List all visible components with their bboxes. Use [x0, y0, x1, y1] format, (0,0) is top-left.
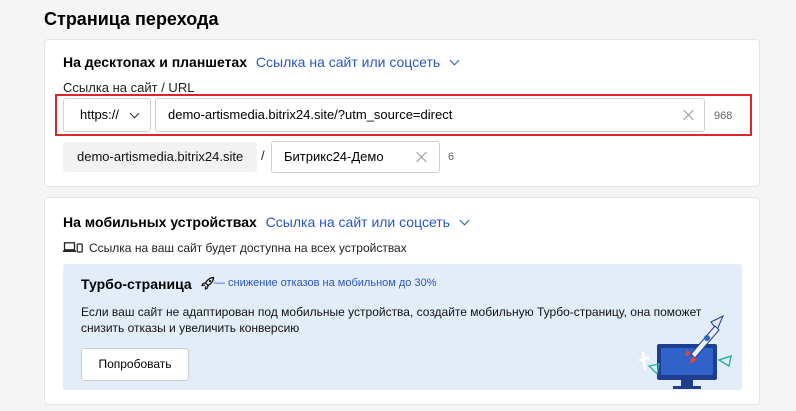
- page-title: Страница перехода: [44, 9, 219, 29]
- turbo-title: Турбо-страница: [81, 275, 216, 292]
- chevron-down-icon: [459, 215, 470, 226]
- path-char-counter: 6: [448, 151, 455, 163]
- turbo-promo: Турбо-страница — снижение отказов на моб…: [63, 264, 742, 390]
- display-path-value: Битрикс24-Демо: [284, 149, 384, 164]
- protocol-value: https://: [80, 107, 120, 122]
- mobile-heading-text: На мобильных устройствах: [63, 214, 257, 230]
- url-char-counter: 968: [714, 110, 733, 122]
- desktop-link-mode-dropdown[interactable]: Ссылка на сайт или соцсеть: [255, 54, 460, 70]
- url-input-value: demo-artismedia.bitrix24.site/?utm_sourc…: [168, 107, 453, 122]
- mobile-link-mode-dropdown[interactable]: Ссылка на сайт или соцсеть: [265, 214, 470, 230]
- desktop-link-mode-label: Ссылка на сайт или соцсеть: [255, 54, 441, 70]
- turbo-title-text: Турбо-страница: [81, 276, 192, 292]
- domain-chip: demo-artismedia.bitrix24.site: [63, 142, 257, 172]
- turbo-description: Если ваш сайт не адаптирован под мобильн…: [81, 305, 702, 335]
- desktop-heading: На десктопах и планшетах Ссылка на сайт …: [63, 54, 460, 70]
- protocol-select[interactable]: https://: [63, 98, 151, 132]
- desktop-card: На десктопах и планшетах Ссылка на сайт …: [44, 39, 760, 187]
- laptop-phone-icon: [63, 242, 83, 253]
- path-separator: /: [261, 148, 265, 163]
- turbo-tagline: — снижение отказов на мобильном до 30%: [214, 277, 437, 289]
- clear-icon[interactable]: [683, 109, 695, 121]
- mobile-link-mode-label: Ссылка на сайт или соцсеть: [265, 214, 450, 230]
- desktop-heading-text: На десктопах и планшетах: [63, 54, 247, 70]
- monitor-rocket-illustration: [639, 314, 732, 389]
- url-label: Ссылка на сайт / URL: [63, 80, 195, 95]
- mobile-heading: На мобильных устройствах Ссылка на сайт …: [63, 214, 470, 230]
- devices-note: Ссылка на ваш сайт будет доступна на все…: [63, 241, 407, 255]
- chevron-down-icon: [449, 55, 460, 66]
- display-path-input[interactable]: Битрикс24-Демо: [271, 141, 440, 173]
- clear-icon[interactable]: [416, 151, 428, 163]
- mobile-card: На мобильных устройствах Ссылка на сайт …: [44, 197, 760, 405]
- url-input[interactable]: demo-artismedia.bitrix24.site/?utm_sourc…: [155, 98, 705, 132]
- try-turbo-button[interactable]: Попробовать: [81, 348, 189, 381]
- chevron-down-icon: [129, 108, 140, 119]
- devices-note-text: Ссылка на ваш сайт будет доступна на все…: [89, 241, 407, 255]
